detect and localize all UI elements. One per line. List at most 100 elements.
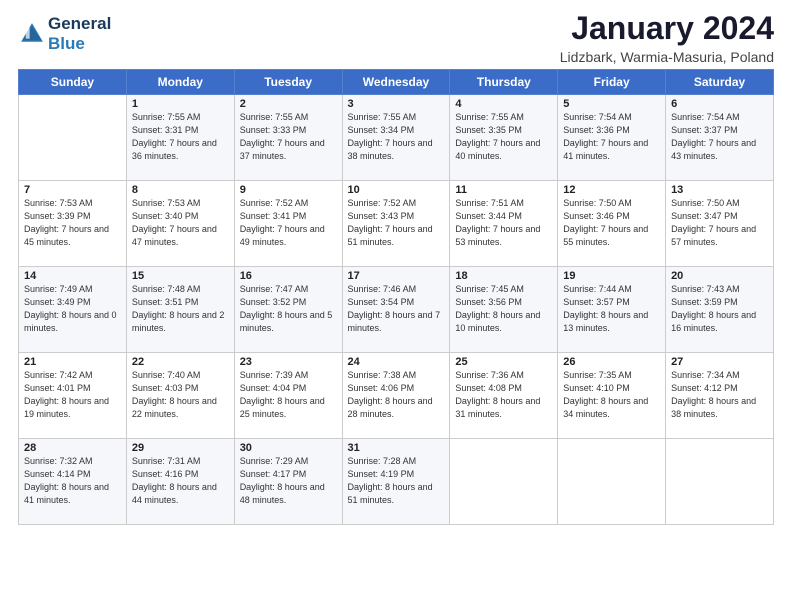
calendar-week-row: 21Sunrise: 7:42 AMSunset: 4:01 PMDayligh…	[19, 353, 774, 439]
day-number: 6	[671, 98, 768, 110]
day-number: 8	[132, 184, 229, 196]
day-number: 3	[348, 98, 445, 110]
calendar-cell: 31Sunrise: 7:28 AMSunset: 4:19 PMDayligh…	[342, 439, 450, 525]
cell-info: Sunrise: 7:51 AMSunset: 3:44 PMDaylight:…	[455, 197, 552, 249]
calendar-cell: 3Sunrise: 7:55 AMSunset: 3:34 PMDaylight…	[342, 95, 450, 181]
cell-info: Sunrise: 7:52 AMSunset: 3:43 PMDaylight:…	[348, 197, 445, 249]
day-number: 23	[240, 356, 337, 368]
day-number: 24	[348, 356, 445, 368]
day-number: 5	[563, 98, 660, 110]
calendar-cell: 17Sunrise: 7:46 AMSunset: 3:54 PMDayligh…	[342, 267, 450, 353]
calendar-cell	[666, 439, 774, 525]
cell-info: Sunrise: 7:53 AMSunset: 3:40 PMDaylight:…	[132, 197, 229, 249]
day-number: 28	[24, 442, 121, 454]
calendar-cell: 22Sunrise: 7:40 AMSunset: 4:03 PMDayligh…	[126, 353, 234, 439]
weekday-header-friday: Friday	[558, 70, 666, 95]
page: GeneralBlue January 2024 Lidzbark, Warmi…	[0, 0, 792, 612]
weekday-header-row: SundayMondayTuesdayWednesdayThursdayFrid…	[19, 70, 774, 95]
calendar-cell: 11Sunrise: 7:51 AMSunset: 3:44 PMDayligh…	[450, 181, 558, 267]
day-number: 12	[563, 184, 660, 196]
day-number: 17	[348, 270, 445, 282]
calendar-cell: 30Sunrise: 7:29 AMSunset: 4:17 PMDayligh…	[234, 439, 342, 525]
cell-info: Sunrise: 7:43 AMSunset: 3:59 PMDaylight:…	[671, 283, 768, 335]
calendar-cell: 28Sunrise: 7:32 AMSunset: 4:14 PMDayligh…	[19, 439, 127, 525]
cell-info: Sunrise: 7:55 AMSunset: 3:34 PMDaylight:…	[348, 111, 445, 163]
calendar-week-row: 14Sunrise: 7:49 AMSunset: 3:49 PMDayligh…	[19, 267, 774, 353]
cell-info: Sunrise: 7:55 AMSunset: 3:31 PMDaylight:…	[132, 111, 229, 163]
day-number: 11	[455, 184, 552, 196]
calendar-cell	[450, 439, 558, 525]
cell-info: Sunrise: 7:44 AMSunset: 3:57 PMDaylight:…	[563, 283, 660, 335]
calendar-cell: 23Sunrise: 7:39 AMSunset: 4:04 PMDayligh…	[234, 353, 342, 439]
weekday-header-thursday: Thursday	[450, 70, 558, 95]
cell-info: Sunrise: 7:31 AMSunset: 4:16 PMDaylight:…	[132, 455, 229, 507]
day-number: 25	[455, 356, 552, 368]
day-number: 22	[132, 356, 229, 368]
cell-info: Sunrise: 7:53 AMSunset: 3:39 PMDaylight:…	[24, 197, 121, 249]
cell-info: Sunrise: 7:49 AMSunset: 3:49 PMDaylight:…	[24, 283, 121, 335]
calendar-cell: 1Sunrise: 7:55 AMSunset: 3:31 PMDaylight…	[126, 95, 234, 181]
day-number: 9	[240, 184, 337, 196]
cell-info: Sunrise: 7:50 AMSunset: 3:46 PMDaylight:…	[563, 197, 660, 249]
cell-info: Sunrise: 7:45 AMSunset: 3:56 PMDaylight:…	[455, 283, 552, 335]
day-number: 18	[455, 270, 552, 282]
cell-info: Sunrise: 7:32 AMSunset: 4:14 PMDaylight:…	[24, 455, 121, 507]
logo-text: GeneralBlue	[48, 14, 111, 53]
cell-info: Sunrise: 7:47 AMSunset: 3:52 PMDaylight:…	[240, 283, 337, 335]
cell-info: Sunrise: 7:36 AMSunset: 4:08 PMDaylight:…	[455, 369, 552, 421]
day-number: 2	[240, 98, 337, 110]
day-number: 7	[24, 184, 121, 196]
day-number: 1	[132, 98, 229, 110]
cell-info: Sunrise: 7:38 AMSunset: 4:06 PMDaylight:…	[348, 369, 445, 421]
day-number: 21	[24, 356, 121, 368]
title-block: January 2024 Lidzbark, Warmia-Masuria, P…	[560, 10, 774, 65]
calendar-week-row: 28Sunrise: 7:32 AMSunset: 4:14 PMDayligh…	[19, 439, 774, 525]
calendar-cell: 13Sunrise: 7:50 AMSunset: 3:47 PMDayligh…	[666, 181, 774, 267]
cell-info: Sunrise: 7:52 AMSunset: 3:41 PMDaylight:…	[240, 197, 337, 249]
calendar-cell: 4Sunrise: 7:55 AMSunset: 3:35 PMDaylight…	[450, 95, 558, 181]
calendar-cell: 20Sunrise: 7:43 AMSunset: 3:59 PMDayligh…	[666, 267, 774, 353]
cell-info: Sunrise: 7:54 AMSunset: 3:36 PMDaylight:…	[563, 111, 660, 163]
day-number: 13	[671, 184, 768, 196]
calendar-cell	[19, 95, 127, 181]
calendar-cell: 2Sunrise: 7:55 AMSunset: 3:33 PMDaylight…	[234, 95, 342, 181]
weekday-header-sunday: Sunday	[19, 70, 127, 95]
calendar-cell: 16Sunrise: 7:47 AMSunset: 3:52 PMDayligh…	[234, 267, 342, 353]
cell-info: Sunrise: 7:48 AMSunset: 3:51 PMDaylight:…	[132, 283, 229, 335]
month-title: January 2024	[560, 10, 774, 47]
calendar-week-row: 7Sunrise: 7:53 AMSunset: 3:39 PMDaylight…	[19, 181, 774, 267]
calendar-cell: 12Sunrise: 7:50 AMSunset: 3:46 PMDayligh…	[558, 181, 666, 267]
cell-info: Sunrise: 7:35 AMSunset: 4:10 PMDaylight:…	[563, 369, 660, 421]
day-number: 29	[132, 442, 229, 454]
calendar-cell: 10Sunrise: 7:52 AMSunset: 3:43 PMDayligh…	[342, 181, 450, 267]
calendar-cell: 5Sunrise: 7:54 AMSunset: 3:36 PMDaylight…	[558, 95, 666, 181]
calendar-cell: 27Sunrise: 7:34 AMSunset: 4:12 PMDayligh…	[666, 353, 774, 439]
day-number: 4	[455, 98, 552, 110]
day-number: 26	[563, 356, 660, 368]
day-number: 16	[240, 270, 337, 282]
calendar-cell: 25Sunrise: 7:36 AMSunset: 4:08 PMDayligh…	[450, 353, 558, 439]
day-number: 20	[671, 270, 768, 282]
weekday-header-saturday: Saturday	[666, 70, 774, 95]
calendar-week-row: 1Sunrise: 7:55 AMSunset: 3:31 PMDaylight…	[19, 95, 774, 181]
cell-info: Sunrise: 7:50 AMSunset: 3:47 PMDaylight:…	[671, 197, 768, 249]
cell-info: Sunrise: 7:39 AMSunset: 4:04 PMDaylight:…	[240, 369, 337, 421]
logo: GeneralBlue	[18, 14, 111, 53]
weekday-header-wednesday: Wednesday	[342, 70, 450, 95]
calendar-cell: 7Sunrise: 7:53 AMSunset: 3:39 PMDaylight…	[19, 181, 127, 267]
header: GeneralBlue January 2024 Lidzbark, Warmi…	[18, 10, 774, 65]
cell-info: Sunrise: 7:55 AMSunset: 3:35 PMDaylight:…	[455, 111, 552, 163]
calendar-cell: 15Sunrise: 7:48 AMSunset: 3:51 PMDayligh…	[126, 267, 234, 353]
cell-info: Sunrise: 7:28 AMSunset: 4:19 PMDaylight:…	[348, 455, 445, 507]
calendar-table: SundayMondayTuesdayWednesdayThursdayFrid…	[18, 69, 774, 525]
day-number: 10	[348, 184, 445, 196]
cell-info: Sunrise: 7:54 AMSunset: 3:37 PMDaylight:…	[671, 111, 768, 163]
calendar-cell: 29Sunrise: 7:31 AMSunset: 4:16 PMDayligh…	[126, 439, 234, 525]
calendar-cell: 14Sunrise: 7:49 AMSunset: 3:49 PMDayligh…	[19, 267, 127, 353]
calendar-cell	[558, 439, 666, 525]
day-number: 30	[240, 442, 337, 454]
cell-info: Sunrise: 7:29 AMSunset: 4:17 PMDaylight:…	[240, 455, 337, 507]
calendar-cell: 8Sunrise: 7:53 AMSunset: 3:40 PMDaylight…	[126, 181, 234, 267]
cell-info: Sunrise: 7:42 AMSunset: 4:01 PMDaylight:…	[24, 369, 121, 421]
logo-icon	[18, 20, 46, 48]
